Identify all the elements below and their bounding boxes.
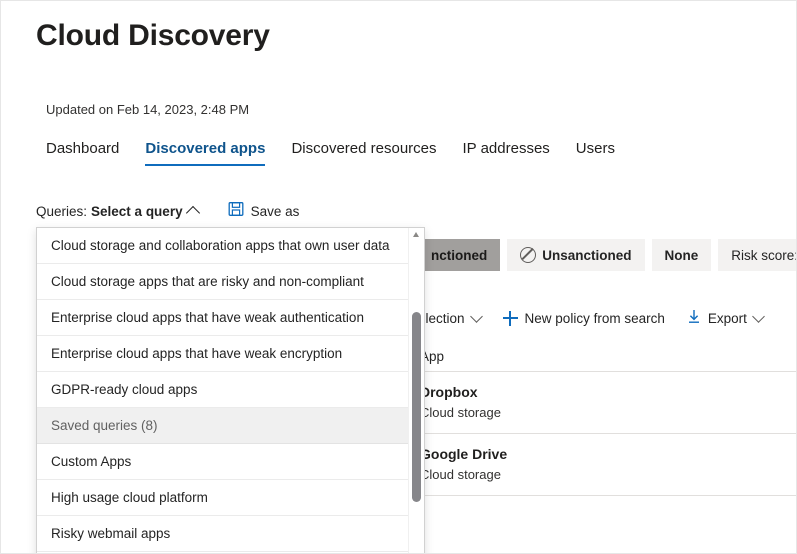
query-option-cloud-storage-collaboration[interactable]: Cloud storage and collaboration apps tha… — [37, 228, 409, 264]
scrollbar-thumb[interactable] — [412, 312, 421, 502]
tab-ip-addresses[interactable]: IP addresses — [450, 140, 563, 166]
page-title: Cloud Discovery — [36, 19, 270, 52]
new-policy-from-search-button[interactable]: New policy from search — [502, 310, 665, 326]
results-toolbar: election New policy from search Export — [418, 305, 765, 331]
filter-chip-unsanctioned-label: Unsanctioned — [542, 247, 632, 263]
selection-dropdown[interactable]: election — [418, 309, 483, 326]
plus-icon — [502, 310, 518, 326]
filter-chip-row: nctioned Unsanctioned None Risk score: 3 — [418, 239, 797, 271]
prohibition-icon — [520, 247, 537, 263]
filter-chip-none[interactable]: None — [651, 239, 712, 271]
table-row-empty — [418, 496, 796, 553]
tab-dashboard[interactable]: Dashboard — [46, 140, 132, 166]
filter-chip-risk-score[interactable]: Risk score: 3 — [718, 239, 797, 271]
discovered-apps-panel: nctioned Unsanctioned None Risk score: 3… — [418, 233, 797, 553]
query-option-weak-authentication[interactable]: Enterprise cloud apps that have weak aut… — [37, 300, 409, 336]
export-label: Export — [707, 310, 747, 326]
query-dropdown-scrollbar[interactable] — [408, 228, 424, 553]
query-dropdown-panel: Cloud storage and collaboration apps tha… — [36, 227, 425, 553]
scroll-up-arrow-icon[interactable] — [413, 232, 419, 237]
app-category: Cloud storage — [420, 467, 501, 482]
table-header-row: App — [418, 341, 796, 372]
query-select-value: Select a query — [91, 203, 183, 219]
query-dropdown-list: Cloud storage and collaboration apps tha… — [37, 228, 409, 553]
last-updated-text: Updated on Feb 14, 2023, 2:48 PM — [46, 102, 250, 117]
query-option-custom-apps[interactable]: Custom Apps — [37, 444, 409, 480]
queries-bar: Queries: Select a query Save as — [36, 200, 299, 222]
export-button[interactable]: Export — [687, 309, 765, 327]
tab-discovered-resources[interactable]: Discovered resources — [278, 140, 449, 166]
chevron-down-icon — [469, 309, 483, 323]
filter-chip-unsanctioned[interactable]: Unsanctioned — [507, 239, 645, 271]
filter-chip-none-label: None — [664, 247, 699, 263]
risk-score-label: Risk score: — [731, 247, 797, 263]
query-option-cloud-storage-risky[interactable]: Cloud storage apps that are risky and no… — [37, 264, 409, 300]
table-row[interactable]: Dropbox Cloud storage — [418, 372, 796, 434]
chevron-up-icon — [185, 205, 200, 221]
table-row[interactable]: Google Drive Cloud storage — [418, 434, 796, 496]
cloud-discovery-page: Cloud Discovery Updated on Feb 14, 2023,… — [0, 0, 797, 554]
tab-users[interactable]: Users — [563, 140, 628, 166]
query-group-header-saved-queries: Saved queries (8) — [37, 408, 409, 444]
query-option-weak-encryption[interactable]: Enterprise cloud apps that have weak enc… — [37, 336, 409, 372]
discovered-apps-table: App Dropbox Cloud storage Google Drive C… — [418, 341, 796, 553]
main-tabs: Dashboard Discovered apps Discovered res… — [46, 140, 628, 166]
tab-discovered-apps[interactable]: Discovered apps — [132, 140, 278, 166]
app-name: Google Drive — [420, 446, 508, 462]
save-as-button[interactable]: Save as — [228, 201, 300, 222]
query-option-risky-webmail-apps[interactable]: Risky webmail apps — [37, 516, 409, 552]
query-option-gdpr-ready[interactable]: GDPR-ready cloud apps — [37, 372, 409, 408]
filter-chip-sanctioned-label: nctioned — [431, 247, 488, 263]
app-category: Cloud storage — [420, 405, 501, 420]
download-arrow-icon — [687, 309, 701, 327]
chevron-down-icon — [752, 309, 765, 323]
query-select-dropdown[interactable]: Select a query — [91, 203, 200, 221]
save-floppy-icon — [228, 201, 244, 222]
new-policy-label: New policy from search — [524, 310, 665, 326]
queries-label: Queries: — [36, 203, 88, 219]
filter-chip-sanctioned[interactable]: nctioned — [418, 239, 501, 271]
save-as-label: Save as — [250, 203, 300, 219]
app-name: Dropbox — [420, 384, 478, 400]
query-option-high-usage-cloud-platform[interactable]: High usage cloud platform — [37, 480, 409, 516]
